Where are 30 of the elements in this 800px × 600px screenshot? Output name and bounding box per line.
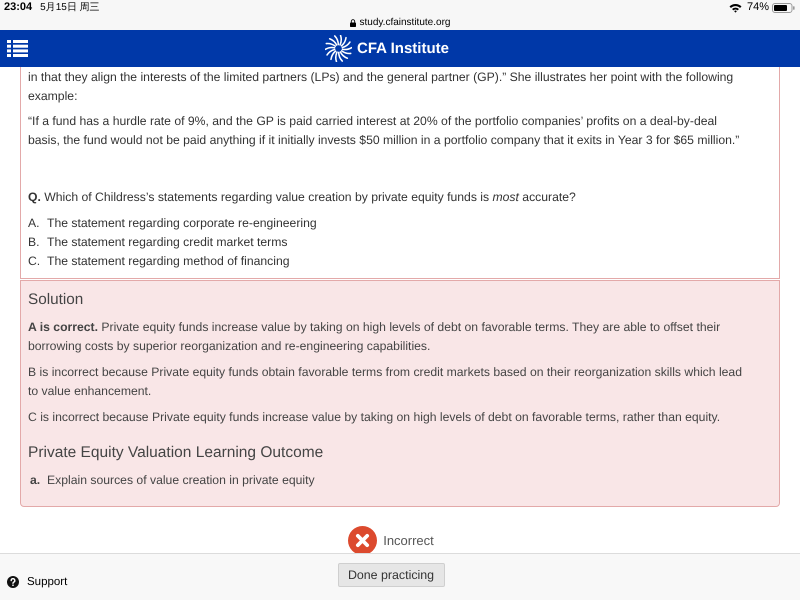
option-letter: A.: [28, 215, 41, 232]
solution-text: A is correct. Private equity funds increase value by taking on high levels of debt on favorable terms. They are able to offset their borrowing costs by superior reorganization and re-engineering capabilities.: [28, 319, 722, 355]
status-date: 5月15日 周三: [40, 2, 100, 12]
wifi-icon: [728, 2, 742, 12]
outcome-letter: a.: [29, 472, 42, 489]
status-time: 23:04: [4, 2, 32, 13]
starburst-logo-icon: [325, 35, 352, 62]
outcome-text: Explain sources of value creation in private equity: [47, 472, 315, 489]
lock-icon: [350, 18, 356, 26]
solution-heading: Solution: [28, 290, 84, 310]
done-practicing-button[interactable]: Done practicing: [338, 563, 444, 587]
option-text: The statement regarding method of financing: [47, 253, 290, 270]
question-text: Q. Which of Childress’s statements regarding value creation by private equity funds is most accurate?: [28, 189, 577, 206]
solution-text: B is incorrect because Private equity funds obtain favorable terms from credit markets based on their reorganization skills which lead to value enhancement.: [28, 364, 743, 400]
battery-icon: [772, 2, 795, 12]
url-text[interactable]: study.cfainstitute.org: [360, 18, 450, 28]
option-letter: C.: [28, 253, 42, 270]
option-text: The statement regarding corporate re-engineering: [47, 215, 317, 232]
help-icon[interactable]: [7, 576, 19, 588]
option-text: The statement regarding credit market terms: [47, 234, 288, 251]
menu-icon[interactable]: [7, 40, 28, 57]
battery-percentage: 74%: [746, 2, 769, 13]
option-letter: B.: [28, 234, 41, 251]
question-text: in that they align the interests of the limited partners (LPs) and the general partner (GP).” She illustrates her point with the following example:: [28, 69, 734, 105]
solution-text: C is incorrect because Private equity funds increase value by taking on high levels of debt on favorable terms, rather than equity.: [28, 409, 722, 426]
logo-text: CFA Institute: [357, 41, 449, 56]
result-label: Incorrect: [383, 532, 434, 550]
question-text: “If a fund has a hurdle rate of 9%, and the GP is paid carried interest at 20% of the portfolio companies’ profits on a deal-by-deal basis, the fund would not be paid anything if it initially invests $50 million in a portfolio company that it exits in Year 3 for $65 million.”: [28, 113, 740, 149]
support-link[interactable]: Support: [27, 575, 68, 589]
learning-outcome-heading: Private Equity Valuation Learning Outcome: [28, 443, 324, 463]
